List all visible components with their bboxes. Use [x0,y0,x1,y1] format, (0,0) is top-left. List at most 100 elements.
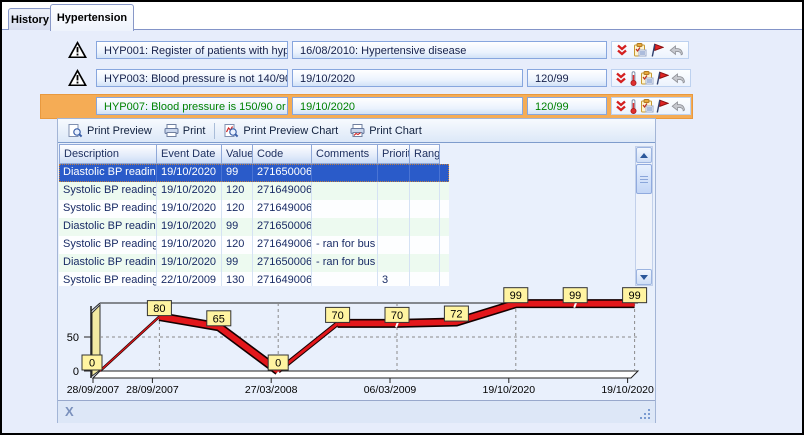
table-vertical-scrollbar[interactable] [635,146,653,286]
tab-hypertension[interactable]: Hypertension [50,4,134,31]
print-icon [164,124,179,137]
column-header-code[interactable]: Code [253,144,312,164]
cell-value: 120 [222,200,253,218]
double-chevron-down-icon[interactable] [615,72,627,84]
print-preview-icon [68,124,83,138]
print-preview-chart-label: Print Preview Chart [243,125,338,137]
guideline-detail-panel: Print Preview Print Print Preview Chart … [57,118,656,423]
column-header-value[interactable]: Value [222,144,253,164]
application-window: History Hypertension HYP001: Register of… [0,0,804,435]
cell-priority: 3 [378,272,410,286]
clipboard-note-icon[interactable] [640,99,654,113]
guideline-hyp003-actions [611,69,691,87]
cell-value: 120 [222,236,253,254]
undo-icon [671,100,686,112]
x-axis-tick-label: 28/09/2007 [67,384,120,396]
cell-comments [312,164,378,182]
guideline-hyp007-date[interactable]: 19/10/2020 [292,97,523,115]
column-header-range[interactable]: Range [410,144,440,164]
cell-value: 99 [222,218,253,236]
column-header-comments[interactable]: Comments [312,144,378,164]
guideline-hyp007-value[interactable]: 120/99 [527,97,607,115]
column-header-priority[interactable]: Priority [378,144,410,164]
chart-point-value-label: 99 [628,290,640,302]
scroll-down-arrow-icon [640,275,648,280]
cell-priority [378,254,410,272]
column-header-event-date[interactable]: Event Date [157,144,222,164]
chart-point-value-label: 72 [450,309,462,321]
cell-event-date: 19/10/2020 [157,200,222,218]
cell-comments [312,272,378,286]
cell-value: 99 [222,254,253,272]
readings-table-header: Description Event Date Value Code Commen… [59,144,440,164]
cell-comments [312,218,378,236]
thermometer-icon[interactable] [629,71,638,86]
double-chevron-down-icon[interactable] [616,44,628,56]
cell-code: 271650006 [253,164,312,182]
tab-content: HYP001: Register of patients with hypert… [2,30,802,433]
column-header-description[interactable]: Description [59,144,157,164]
cell-event-date: 19/10/2020 [157,164,222,182]
cell-description: Diastolic BP reading [59,164,157,182]
guideline-hyp007-code[interactable]: HYP007: Blood pressure is 150/90 or less [96,97,288,115]
guideline-hyp003-code[interactable]: HYP003: Blood pressure is not 140/90 or … [96,69,288,87]
x-axis-tick-label: 28/09/2007 [126,384,179,396]
print-preview-button[interactable]: Print Preview [62,122,158,140]
cell-code: 271650006 [253,254,312,272]
tab-hypertension-label: Hypertension [57,12,127,24]
guideline-hyp001-actions [611,41,689,59]
flag-icon[interactable] [651,43,664,57]
print-chart-button[interactable]: Print Chart [344,122,428,139]
scrollbar-thumb[interactable] [636,164,652,194]
scroll-down-button[interactable] [636,269,652,285]
clipboard-note-icon[interactable] [640,71,654,85]
cell-description: Systolic BP reading [59,182,157,200]
cell-description: Systolic BP reading [59,236,157,254]
table-row[interactable]: Systolic BP reading 19/10/2020 120 27164… [59,200,449,218]
scroll-up-button[interactable] [636,147,652,163]
cell-value: 120 [222,182,253,200]
thermometer-icon[interactable] [629,99,638,114]
readings-table-body: Diastolic BP reading 19/10/2020 99 27165… [59,164,449,286]
table-row[interactable]: Systolic BP reading 22/10/2009 130 27164… [59,272,449,286]
double-chevron-down-icon[interactable] [615,100,627,112]
cell-comments [312,200,378,218]
flag-icon[interactable] [656,71,669,85]
guideline-hyp003-value[interactable]: 120/99 [527,69,607,87]
guideline-hyp001-code[interactable]: HYP001: Register of patients with hypert… [96,41,288,59]
print-button[interactable]: Print [158,122,212,139]
cell-priority [378,218,410,236]
cell-value: 130 [222,272,253,286]
table-row[interactable]: Systolic BP reading 19/10/2020 120 27164… [59,236,449,254]
cell-comments [312,182,378,200]
cell-priority [378,164,410,182]
table-row[interactable]: Diastolic BP reading 19/10/2020 99 27165… [59,164,449,182]
guideline-hyp001-date[interactable]: 16/08/2010: Hypertensive disease [292,41,607,59]
x-axis-tick-label: 06/03/2009 [364,384,417,396]
close-panel-button[interactable]: X [65,405,74,418]
guideline-hyp003-date[interactable]: 19/10/2020 [292,69,523,87]
x-axis-tick-label: 19/10/2020 [483,384,536,396]
y-axis-tick-label: 50 [67,332,79,344]
chart-point-value-label: 80 [153,303,165,315]
resize-grip-icon[interactable] [639,408,651,420]
table-row[interactable]: Diastolic BP reading 19/10/2020 99 27165… [59,218,449,236]
clipboard-note-icon[interactable] [633,43,647,57]
table-row[interactable]: Diastolic BP reading 19/10/2020 99 27165… [59,254,449,272]
undo-icon [669,44,684,56]
cell-range [410,236,440,254]
cell-code: 271649006 [253,200,312,218]
flag-icon[interactable] [656,99,669,113]
cell-description: Diastolic BP reading [59,218,157,236]
cell-description: Systolic BP reading [59,272,157,286]
warning-icon [68,69,87,86]
bp-readings-chart: 05028/09/200728/09/200727/03/200806/03/2… [58,286,655,400]
tab-history[interactable]: History [8,8,52,30]
cell-code: 271650006 [253,218,312,236]
cell-code: 271649006 [253,236,312,254]
chart-point-value-label: 65 [213,313,225,325]
cell-code: 271649006 [253,272,312,286]
print-preview-chart-button[interactable]: Print Preview Chart [218,122,344,140]
table-row[interactable]: Systolic BP reading 19/10/2020 120 27164… [59,182,449,200]
chart-point-value-label: 99 [510,290,522,302]
